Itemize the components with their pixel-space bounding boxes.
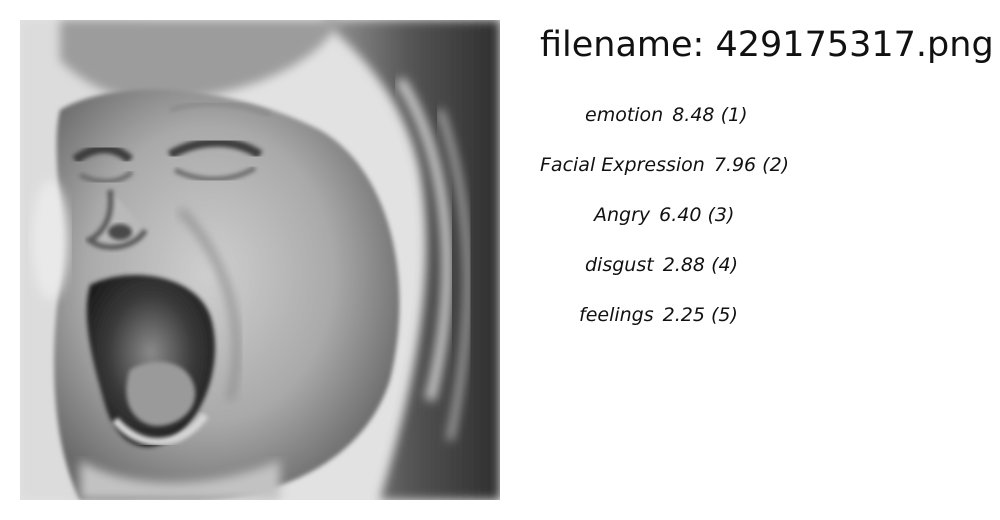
label-list: emotion 8.48 (1) Facial Expression 7.96 (2… <box>540 100 800 350</box>
filename-prefix: filename: <box>540 25 705 65</box>
label-name: emotion <box>585 104 664 126</box>
label-rank: (4) <box>711 254 738 276</box>
label-row: emotion 8.48 (1) <box>540 100 800 150</box>
label-score: 2.88 <box>662 254 706 276</box>
label-name: disgust <box>585 254 654 276</box>
screaming-child-photo <box>20 20 500 500</box>
label-name: feelings <box>579 304 654 326</box>
label-row: Angry 6.40 (3) <box>540 200 800 250</box>
label-rank: (5) <box>711 304 738 326</box>
label-rank: (1) <box>720 104 748 126</box>
filename-value: 429175317.png <box>715 25 994 65</box>
label-score: 7.96 <box>713 154 757 176</box>
label-row: Facial Expression 7.96 (2) <box>540 150 800 200</box>
label-name: Angry <box>594 204 651 226</box>
filename-title: filename: 429175317.png <box>540 22 994 68</box>
label-score: 6.40 <box>659 204 702 226</box>
label-rank: (2) <box>762 154 790 176</box>
label-score: 8.48 <box>672 104 715 126</box>
label-row: disgust 2.88 (4) <box>540 250 800 300</box>
label-rank: (3) <box>707 204 735 226</box>
screaming-child-photo-drawing <box>20 20 500 500</box>
label-score: 2.25 <box>662 304 705 326</box>
label-name: Facial Expression <box>540 154 705 176</box>
label-row: feelings 2.25 (5) <box>540 300 800 350</box>
